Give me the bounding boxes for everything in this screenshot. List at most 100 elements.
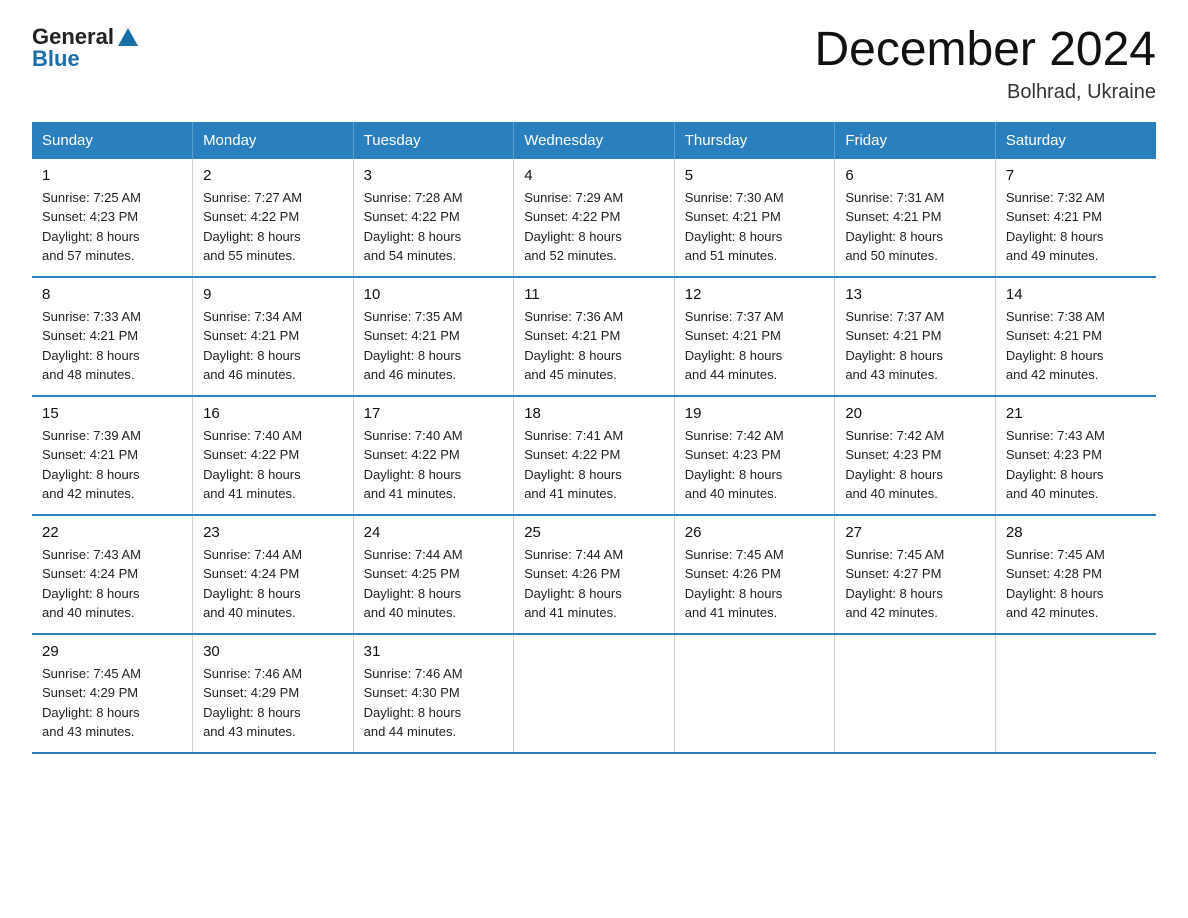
- day-number: 27: [845, 524, 985, 541]
- day-info: Sunrise: 7:45 AMSunset: 4:26 PMDaylight:…: [685, 545, 825, 623]
- calendar-cell: 1 Sunrise: 7:25 AMSunset: 4:23 PMDaylight…: [32, 159, 193, 277]
- calendar-cell: 10 Sunrise: 7:35 AMSunset: 4:21 PMDayligh…: [353, 277, 514, 396]
- calendar-cell: 29 Sunrise: 7:45 AMSunset: 4:29 PMDayligh…: [32, 634, 193, 753]
- logo: General Blue: [32, 24, 138, 72]
- day-info: Sunrise: 7:33 AMSunset: 4:21 PMDaylight:…: [42, 307, 182, 385]
- day-info: Sunrise: 7:28 AMSunset: 4:22 PMDaylight:…: [364, 188, 504, 266]
- calendar-cell: 25 Sunrise: 7:44 AMSunset: 4:26 PMDayligh…: [514, 515, 675, 634]
- day-info: Sunrise: 7:42 AMSunset: 4:23 PMDaylight:…: [845, 426, 985, 504]
- weekday-header-tuesday: Tuesday: [353, 122, 514, 159]
- calendar-cell: 6 Sunrise: 7:31 AMSunset: 4:21 PMDaylight…: [835, 159, 996, 277]
- month-title: December 2024: [814, 24, 1156, 77]
- calendar-cell: 15Sunrise: 7:39 AMSunset: 4:21 PMDayligh…: [32, 396, 193, 515]
- day-number: 15: [42, 405, 182, 422]
- calendar-cell: 24 Sunrise: 7:44 AMSunset: 4:25 PMDayligh…: [353, 515, 514, 634]
- day-number: 21: [1006, 405, 1146, 422]
- calendar-week-row: 15Sunrise: 7:39 AMSunset: 4:21 PMDayligh…: [32, 396, 1156, 515]
- day-info: Sunrise: 7:40 AMSunset: 4:22 PMDaylight:…: [364, 426, 504, 504]
- calendar-cell: 14 Sunrise: 7:38 AMSunset: 4:21 PMDayligh…: [995, 277, 1156, 396]
- day-number: 16: [203, 405, 343, 422]
- day-number: 19: [685, 405, 825, 422]
- day-number: 12: [685, 286, 825, 303]
- day-number: 11: [524, 286, 664, 303]
- day-info: Sunrise: 7:46 AMSunset: 4:30 PMDaylight:…: [364, 664, 504, 742]
- page-header: General Blue December 2024 Bolhrad, Ukra…: [32, 24, 1156, 104]
- day-info: Sunrise: 7:37 AMSunset: 4:21 PMDaylight:…: [685, 307, 825, 385]
- day-number: 7: [1006, 167, 1146, 184]
- calendar-cell: [674, 634, 835, 753]
- calendar-week-row: 29 Sunrise: 7:45 AMSunset: 4:29 PMDayligh…: [32, 634, 1156, 753]
- logo-blue-text: Blue: [32, 46, 80, 72]
- weekday-header-row: SundayMondayTuesdayWednesdayThursdayFrid…: [32, 122, 1156, 159]
- location-text: Bolhrad, Ukraine: [814, 81, 1156, 104]
- day-info: Sunrise: 7:43 AMSunset: 4:23 PMDaylight:…: [1006, 426, 1146, 504]
- day-info: Sunrise: 7:34 AMSunset: 4:21 PMDaylight:…: [203, 307, 343, 385]
- day-number: 28: [1006, 524, 1146, 541]
- day-info: Sunrise: 7:29 AMSunset: 4:22 PMDaylight:…: [524, 188, 664, 266]
- calendar-cell: 12 Sunrise: 7:37 AMSunset: 4:21 PMDayligh…: [674, 277, 835, 396]
- calendar-week-row: 8 Sunrise: 7:33 AMSunset: 4:21 PMDaylight…: [32, 277, 1156, 396]
- day-number: 10: [364, 286, 504, 303]
- day-number: 1: [42, 167, 182, 184]
- day-number: 25: [524, 524, 664, 541]
- day-number: 22: [42, 524, 182, 541]
- day-info: Sunrise: 7:32 AMSunset: 4:21 PMDaylight:…: [1006, 188, 1146, 266]
- day-number: 23: [203, 524, 343, 541]
- day-info: Sunrise: 7:40 AMSunset: 4:22 PMDaylight:…: [203, 426, 343, 504]
- day-info: Sunrise: 7:45 AMSunset: 4:29 PMDaylight:…: [42, 664, 182, 742]
- weekday-header-sunday: Sunday: [32, 122, 193, 159]
- day-number: 14: [1006, 286, 1146, 303]
- day-info: Sunrise: 7:44 AMSunset: 4:26 PMDaylight:…: [524, 545, 664, 623]
- day-info: Sunrise: 7:44 AMSunset: 4:25 PMDaylight:…: [364, 545, 504, 623]
- day-info: Sunrise: 7:37 AMSunset: 4:21 PMDaylight:…: [845, 307, 985, 385]
- calendar-cell: 13 Sunrise: 7:37 AMSunset: 4:21 PMDayligh…: [835, 277, 996, 396]
- calendar-cell: 7 Sunrise: 7:32 AMSunset: 4:21 PMDaylight…: [995, 159, 1156, 277]
- day-number: 29: [42, 643, 182, 660]
- day-info: Sunrise: 7:25 AMSunset: 4:23 PMDaylight:…: [42, 188, 182, 266]
- calendar-cell: 18 Sunrise: 7:41 AMSunset: 4:22 PMDayligh…: [514, 396, 675, 515]
- calendar-cell: 28Sunrise: 7:45 AMSunset: 4:28 PMDayligh…: [995, 515, 1156, 634]
- day-number: 20: [845, 405, 985, 422]
- calendar-cell: 19Sunrise: 7:42 AMSunset: 4:23 PMDayligh…: [674, 396, 835, 515]
- weekday-header-saturday: Saturday: [995, 122, 1156, 159]
- calendar-cell: 9Sunrise: 7:34 AMSunset: 4:21 PMDaylight…: [193, 277, 354, 396]
- weekday-header-thursday: Thursday: [674, 122, 835, 159]
- title-area: December 2024 Bolhrad, Ukraine: [814, 24, 1156, 104]
- day-info: Sunrise: 7:46 AMSunset: 4:29 PMDaylight:…: [203, 664, 343, 742]
- calendar-table: SundayMondayTuesdayWednesdayThursdayFrid…: [32, 122, 1156, 754]
- day-number: 13: [845, 286, 985, 303]
- day-number: 26: [685, 524, 825, 541]
- calendar-cell: 26 Sunrise: 7:45 AMSunset: 4:26 PMDayligh…: [674, 515, 835, 634]
- day-number: 18: [524, 405, 664, 422]
- day-number: 31: [364, 643, 504, 660]
- day-info: Sunrise: 7:38 AMSunset: 4:21 PMDaylight:…: [1006, 307, 1146, 385]
- weekday-header-monday: Monday: [193, 122, 354, 159]
- day-number: 8: [42, 286, 182, 303]
- calendar-cell: 20 Sunrise: 7:42 AMSunset: 4:23 PMDayligh…: [835, 396, 996, 515]
- calendar-week-row: 22 Sunrise: 7:43 AMSunset: 4:24 PMDayligh…: [32, 515, 1156, 634]
- day-number: 6: [845, 167, 985, 184]
- calendar-cell: 16 Sunrise: 7:40 AMSunset: 4:22 PMDayligh…: [193, 396, 354, 515]
- calendar-cell: [514, 634, 675, 753]
- calendar-cell: 21 Sunrise: 7:43 AMSunset: 4:23 PMDayligh…: [995, 396, 1156, 515]
- day-info: Sunrise: 7:45 AMSunset: 4:27 PMDaylight:…: [845, 545, 985, 623]
- day-number: 24: [364, 524, 504, 541]
- day-info: Sunrise: 7:43 AMSunset: 4:24 PMDaylight:…: [42, 545, 182, 623]
- calendar-cell: [995, 634, 1156, 753]
- calendar-cell: 22 Sunrise: 7:43 AMSunset: 4:24 PMDayligh…: [32, 515, 193, 634]
- calendar-cell: 30Sunrise: 7:46 AMSunset: 4:29 PMDayligh…: [193, 634, 354, 753]
- logo-triangle-icon: [118, 28, 138, 46]
- day-info: Sunrise: 7:36 AMSunset: 4:21 PMDaylight:…: [524, 307, 664, 385]
- day-number: 2: [203, 167, 343, 184]
- day-info: Sunrise: 7:31 AMSunset: 4:21 PMDaylight:…: [845, 188, 985, 266]
- calendar-cell: 23Sunrise: 7:44 AMSunset: 4:24 PMDayligh…: [193, 515, 354, 634]
- day-number: 4: [524, 167, 664, 184]
- day-info: Sunrise: 7:35 AMSunset: 4:21 PMDaylight:…: [364, 307, 504, 385]
- day-info: Sunrise: 7:41 AMSunset: 4:22 PMDaylight:…: [524, 426, 664, 504]
- calendar-cell: 3 Sunrise: 7:28 AMSunset: 4:22 PMDaylight…: [353, 159, 514, 277]
- day-number: 17: [364, 405, 504, 422]
- calendar-cell: 5Sunrise: 7:30 AMSunset: 4:21 PMDaylight…: [674, 159, 835, 277]
- calendar-cell: 27 Sunrise: 7:45 AMSunset: 4:27 PMDayligh…: [835, 515, 996, 634]
- day-number: 3: [364, 167, 504, 184]
- weekday-header-friday: Friday: [835, 122, 996, 159]
